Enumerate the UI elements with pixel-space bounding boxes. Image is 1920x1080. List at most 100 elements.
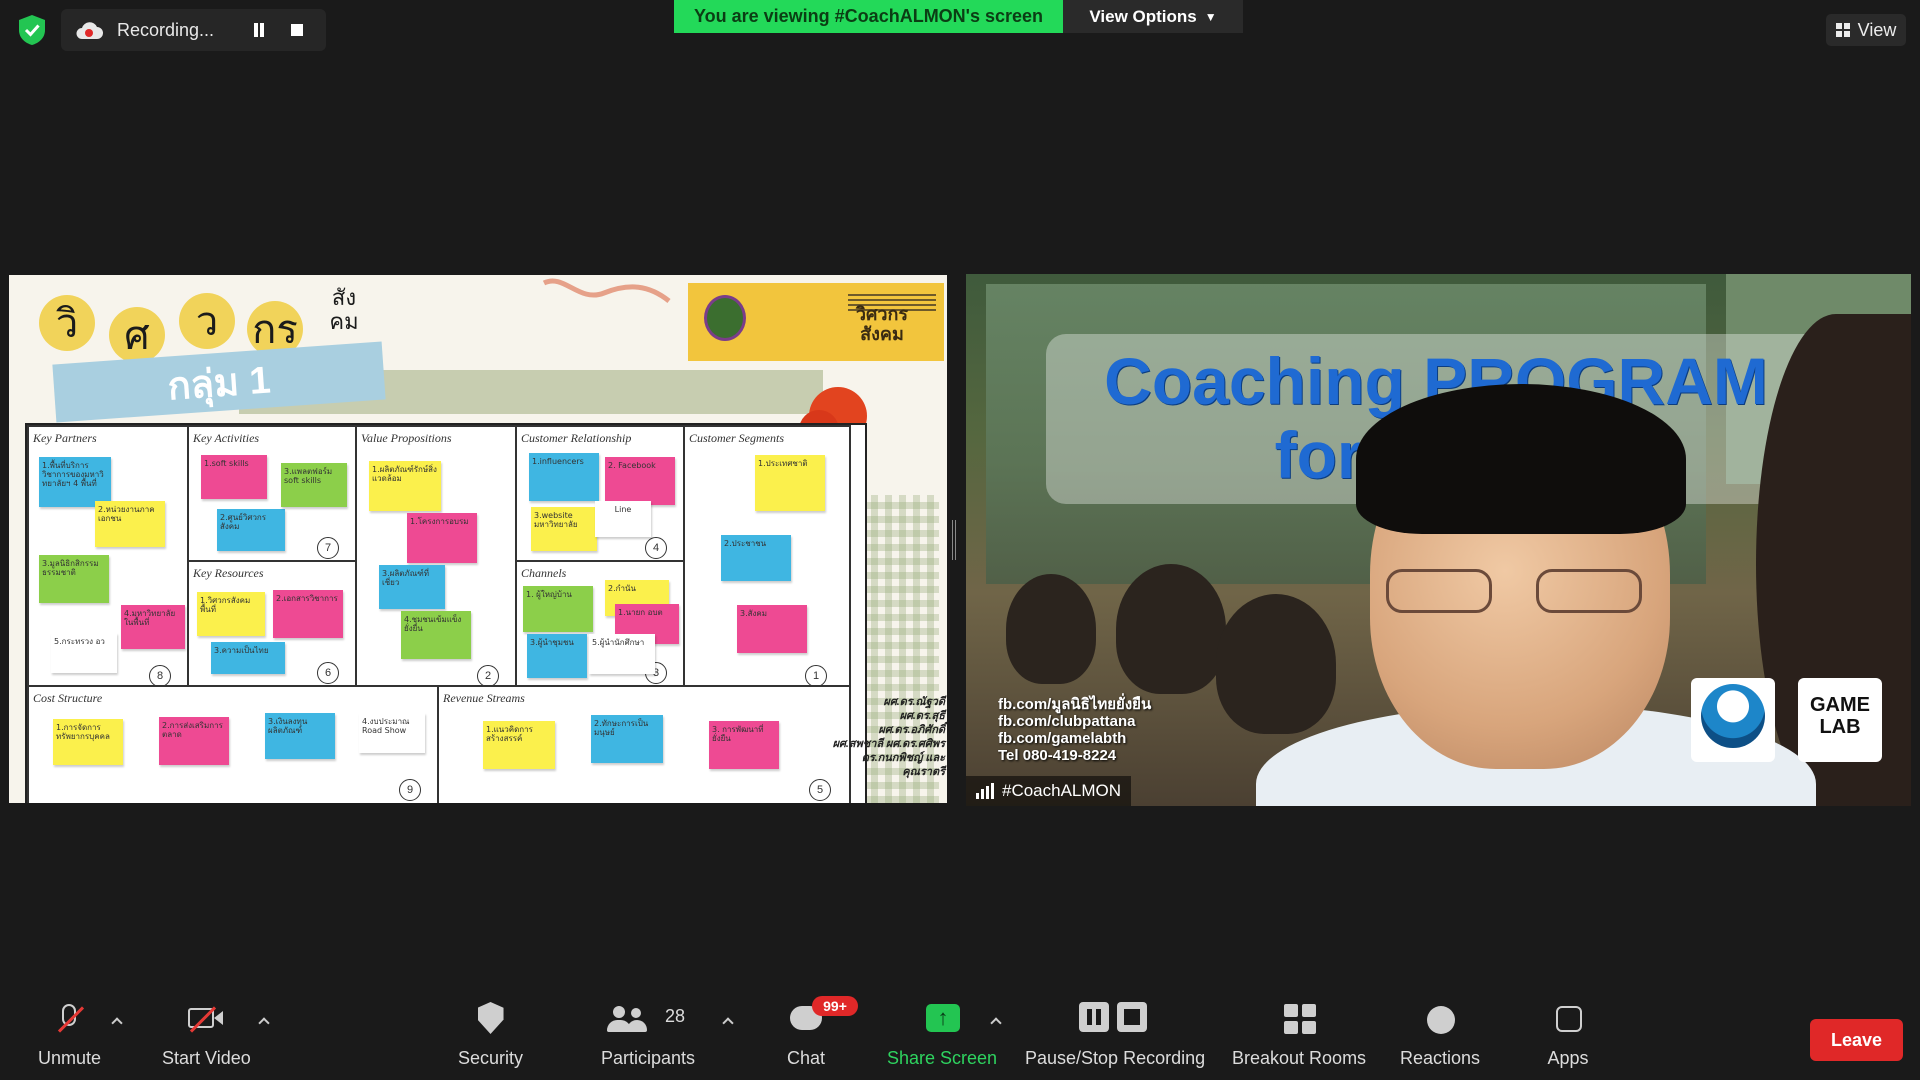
audience-silhouette (1006, 574, 1096, 684)
cell-number: 7 (317, 537, 339, 559)
chat-unread-badge: 99+ (812, 996, 858, 1016)
sticky-note: 2. Facebook (605, 457, 675, 505)
sticky-note: 4.มหาวิทยาลัยในพื้นที่ (121, 605, 185, 649)
logo-title: วิศวกร สังคม (855, 304, 909, 345)
chat-button[interactable]: 99+ Chat (776, 996, 858, 1080)
sticky-note: 1.แนวคิดการสร้างสรรค์ (483, 721, 555, 769)
participant-video[interactable]: Coaching PROGRAM for Leader fb.com/มูลนิ… (966, 274, 1911, 806)
reactions-button[interactable]: Reactions (1400, 1000, 1480, 1080)
security-shield-icon (461, 1002, 521, 1038)
security-button[interactable]: Security (458, 1000, 523, 1080)
sticky-note: 3.website มหาวิทยาลัย (531, 507, 597, 551)
stop-recording-button[interactable] (291, 24, 303, 36)
cell-key-activities: Key Activities 7 1.soft skills 2.ศูนย์วิ… (187, 425, 359, 564)
encryption-shield-icon[interactable] (17, 14, 47, 46)
sticky-note: 1.การจัดการทรัพยากรบุคคล (53, 719, 123, 765)
cell-cost-structure: Cost Structure 9 1.การจัดการทรัพยากรบุคค… (27, 685, 441, 803)
sticky-note: 3.ผลิตภัณฑ์ที่เชี่ยว (379, 565, 445, 609)
contact-links: fb.com/มูลนิธิไทยยั่งยืน fb.com/clubpatt… (998, 696, 1151, 764)
pause-stop-recording-button[interactable]: Pause/Stop Recording (1025, 1000, 1205, 1080)
connection-signal-icon (976, 783, 994, 799)
chat-bubble-icon: 99+ (776, 996, 858, 1038)
sticky-note: 2.ทักษะการเป็นมนุษย์ (591, 715, 663, 763)
view-options-button[interactable]: View Options ▼ (1063, 0, 1243, 33)
sticky-note: 1.โครงการอบรม (407, 513, 477, 563)
pause-stop-recording-label: Pause/Stop Recording (1025, 1048, 1206, 1068)
participants-button[interactable]: 28 Participants (601, 1000, 695, 1080)
reactions-smiley-icon (1410, 1002, 1470, 1038)
grid-view-icon (1835, 23, 1850, 37)
sticky-note: 5.กระทรวง อว (51, 633, 117, 673)
cell-number: 9 (399, 779, 421, 801)
contact-link: fb.com/gamelabth (998, 730, 1127, 747)
cell-title: Key Partners (33, 431, 97, 445)
cell-key-resources: Key Resources 6 1.วิศวกรสังคมพื้นที่ 2.เ… (187, 560, 359, 689)
participant-nametag: #CoachALMON (966, 776, 1132, 806)
start-video-label: Start Video (162, 1048, 251, 1068)
sticky-note: 4.ชุมชนเข้มแข็งยั่งยืน (401, 611, 471, 659)
cell-number: 6 (317, 662, 339, 684)
cell-title: Key Resources (193, 566, 264, 580)
sticky-note: 2.เอกสารวิชาการ (273, 590, 343, 638)
leave-button[interactable]: Leave (1810, 1019, 1903, 1061)
view-button[interactable]: View (1826, 14, 1906, 46)
breakout-rooms-button[interactable]: Breakout Rooms (1232, 1000, 1366, 1080)
apps-label: Apps (1547, 1048, 1589, 1068)
title-letter: ศ (109, 307, 165, 363)
cell-customer-segments: Customer Segments 1 1.ประเทศชาติ 2.ประชา… (683, 425, 851, 689)
cell-customer-relationship: Customer Relationship 4 1.influencers 2.… (515, 425, 687, 564)
sticky-note: 3.ผู้นำชุมชน (527, 634, 587, 678)
cell-number: 4 (645, 537, 667, 559)
view-splitter-handle[interactable] (952, 520, 956, 560)
video-options-caret[interactable] (259, 1016, 269, 1026)
cell-revenue-streams: Revenue Streams 5 1.แนวคิดการสร้างสรรค์ … (437, 685, 851, 803)
pause-stop-icon (1079, 1002, 1151, 1038)
cell-number: 2 (477, 665, 499, 687)
cell-value-propositions: Value Propositions 2 1.ผลิตภัณฑ์รักษ์สิ่… (355, 425, 519, 689)
cell-number: 8 (149, 665, 171, 687)
breakout-rooms-label: Breakout Rooms (1232, 1048, 1367, 1068)
audience-silhouette (1116, 564, 1226, 694)
sticky-note: 1.soft skills (201, 455, 267, 499)
share-screen-button[interactable]: Share Screen (887, 1000, 997, 1080)
microphone-muted-icon (40, 1002, 100, 1038)
sticky-note: 2.หน่วยงานภาคเอกชน (95, 501, 165, 547)
cell-title: Key Activities (193, 431, 260, 445)
cell-title: Channels (521, 566, 567, 580)
cell-title: Cost Structure (33, 691, 103, 705)
share-screen-label: Share Screen (887, 1048, 998, 1068)
share-options-caret[interactable] (991, 1016, 1001, 1026)
gamelab-logo: GAME LAB (1798, 678, 1882, 762)
reactions-label: Reactions (1400, 1048, 1481, 1068)
business-model-canvas: Key Partners 8 1.พื้นที่บริการวิชาการของ… (25, 423, 867, 803)
cell-title: Customer Segments (689, 431, 784, 445)
start-video-button[interactable]: Start Video (162, 1000, 251, 1080)
audio-options-caret[interactable] (112, 1016, 122, 1026)
apps-icon (1538, 1002, 1598, 1038)
viewing-screen-banner: You are viewing #CoachALMON's screen (674, 0, 1063, 33)
contact-phone: Tel 080-419-8224 (998, 747, 1117, 764)
view-options-label: View Options (1089, 6, 1197, 26)
sticky-note: 2.ประชาชน (721, 535, 791, 581)
shared-screen[interactable]: วิ ศ ว กร สัง คม กลุ่ม 1 วิศวกร สังคม Ke… (9, 275, 947, 803)
sticky-note: Line (595, 501, 651, 537)
apps-button[interactable]: Apps (1538, 1000, 1598, 1080)
university-logo-banner: วิศวกร สังคม (688, 283, 944, 361)
sticky-note: 3.ความเป็นไทย (211, 642, 285, 674)
audience-silhouette (1216, 594, 1336, 734)
pause-recording-button[interactable] (250, 21, 268, 39)
sticky-note: 2.ศูนย์วิศวกรสังคม (217, 509, 285, 551)
sticky-note: 1.วิศวกรสังคมพื้นที่ (197, 592, 265, 636)
cell-title: Revenue Streams (443, 691, 525, 705)
chevron-down-icon: ▼ (1204, 9, 1217, 24)
title-letter: วิ (39, 295, 95, 351)
contact-link: fb.com/clubpattana (998, 713, 1136, 730)
sticky-note: 3.มูลนิธิกสิกรรมธรรมชาติ (39, 555, 109, 603)
unmute-button[interactable]: Unmute (38, 1000, 101, 1080)
cell-title: Value Propositions (361, 431, 452, 445)
team-member-names: ผศ.ดร.ณัฐวดี ผศ.ดร.สุธี ผศ.ดร.อภิศักดิ์ … (832, 696, 945, 778)
camera-off-icon (176, 1002, 236, 1038)
participants-options-caret[interactable] (723, 1016, 733, 1026)
speaker-hair (1356, 384, 1686, 534)
cloud-recording-icon (76, 22, 103, 39)
